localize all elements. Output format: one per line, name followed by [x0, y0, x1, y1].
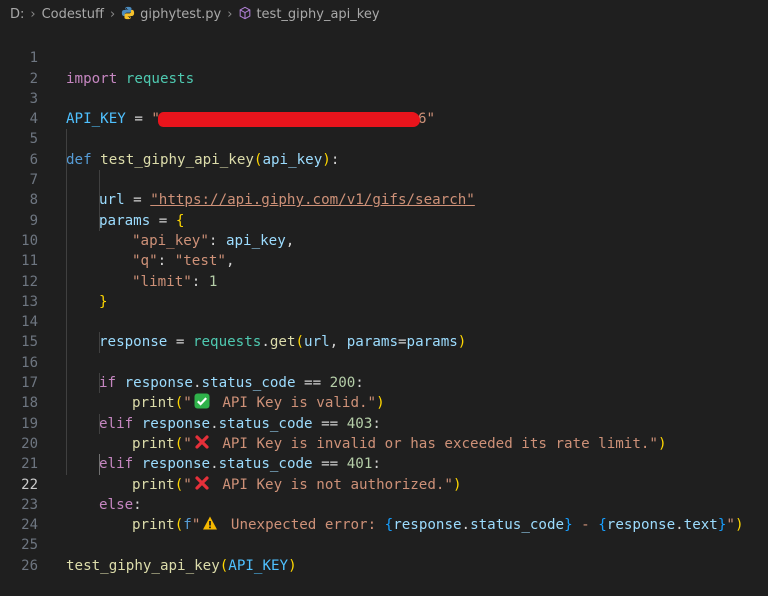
constant-name: API_KEY — [228, 557, 289, 574]
code-line[interactable]: 18 print(" API Key is invalid or has exc… — [0, 373, 768, 452]
breadcrumb: D: › Codestuff › giphytest.py › test_gip… — [0, 0, 768, 28]
code-line[interactable]: 8 "api_key": api_key, — [0, 170, 768, 249]
code-line[interactable]: 6 url = "https://api.giphy.com/v1/gifs/s… — [0, 129, 768, 208]
line-number: 26 — [21, 557, 38, 574]
code-line[interactable]: 9 "q": "test", — [0, 190, 768, 269]
chevron-right-icon: › — [30, 6, 36, 22]
code-line[interactable]: 19 elif response.status_code == 401: — [0, 393, 768, 472]
code-line[interactable]: 21 else: — [0, 433, 768, 513]
code-line[interactable]: 12 — [0, 251, 768, 290]
code-line[interactable]: 26 — [0, 535, 768, 574]
code-line[interactable]: 7 params = { — [0, 149, 768, 229]
breadcrumb-folder[interactable]: Codestuff — [42, 7, 104, 22]
code-line[interactable]: 24 — [0, 495, 768, 533]
code-line-active[interactable]: 22 print(f" Unexpected error: {response.… — [0, 454, 768, 533]
code-line[interactable]: 20 print(" API Key is not authorized.") — [0, 413, 768, 493]
code-line[interactable]: 25 test_giphy_api_key(API_KEY) — [0, 515, 768, 573]
code-line[interactable]: 16 print(" API Key is valid.") — [0, 332, 768, 411]
python-file-icon — [122, 6, 135, 20]
code-line[interactable]: 5 def test_giphy_api_key(api_key): — [0, 109, 768, 167]
code-editor[interactable]: 1 import requests 2 3 API_KEY = " 6" 4 5 … — [0, 28, 768, 574]
code-line[interactable]: 1 import requests — [0, 28, 768, 86]
chevron-right-icon: › — [227, 6, 233, 22]
code-line[interactable]: 10 "limit": 1 — [0, 210, 768, 290]
breadcrumb-file-label: giphytest.py — [140, 7, 222, 22]
function-call: test_giphy_api_key — [66, 557, 220, 574]
code-line[interactable]: 3 API_KEY = " 6" — [0, 69, 768, 128]
breadcrumb-symbol-label: test_giphy_api_key — [256, 7, 380, 22]
code-line[interactable]: 15 if response.status_code == 200: — [0, 312, 768, 391]
breadcrumb-drive[interactable]: D: — [10, 7, 24, 22]
code-line[interactable]: 17 elif response.status_code == 403: — [0, 352, 768, 432]
code-line[interactable]: 2 — [0, 48, 768, 87]
code-line[interactable]: 11 } — [0, 230, 768, 310]
code-line[interactable]: 14 — [0, 291, 768, 330]
code-line[interactable]: 4 — [0, 89, 768, 127]
code-line[interactable]: 23 — [0, 475, 768, 513]
breadcrumb-symbol[interactable]: test_giphy_api_key — [238, 6, 380, 22]
chevron-right-icon: › — [109, 6, 116, 22]
code-line[interactable]: 13 response = requests.get(url, params=p… — [0, 271, 768, 350]
method-cube-icon — [240, 6, 251, 20]
breadcrumb-file[interactable]: giphytest.py — [121, 6, 221, 22]
